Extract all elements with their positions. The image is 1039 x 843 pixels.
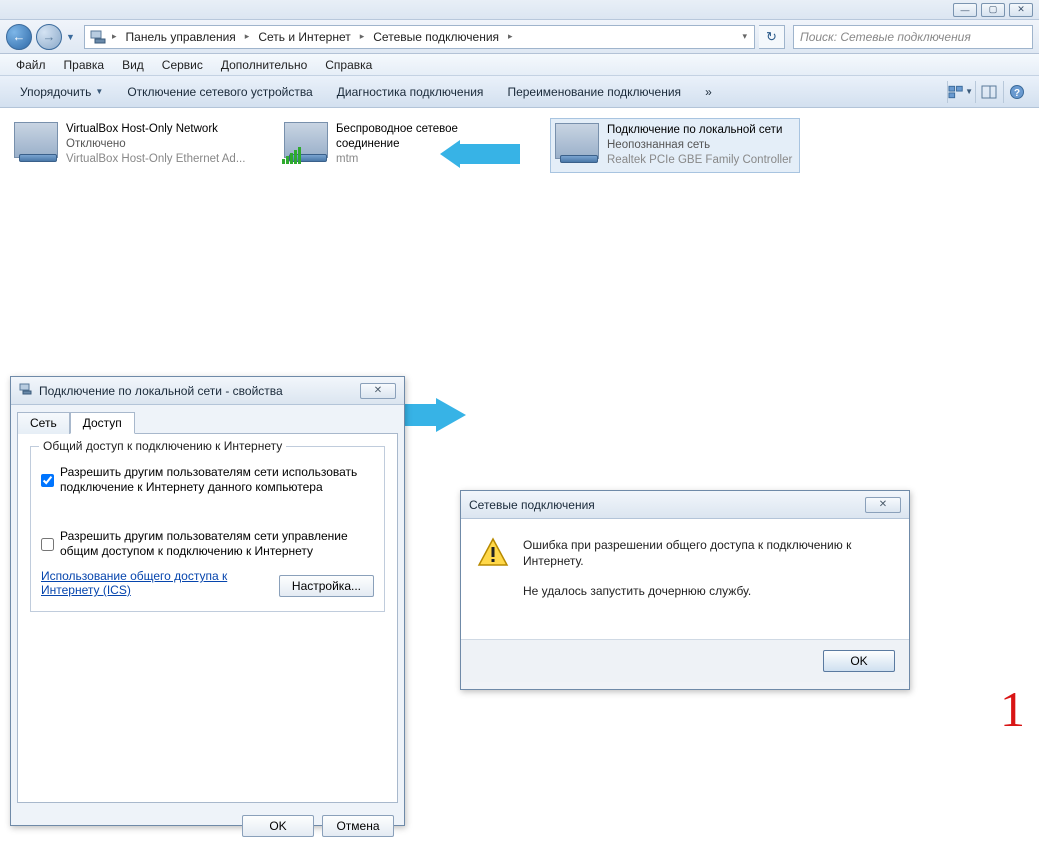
error-dialog: Сетевые подключения ✕ Ошибка при разреше…	[460, 490, 910, 690]
adapter-status: Отключено	[66, 137, 245, 152]
menu-view[interactable]: Вид	[114, 56, 152, 74]
search-input[interactable]: Поиск: Сетевые подключения	[793, 25, 1033, 49]
menu-extra[interactable]: Дополнительно	[213, 56, 315, 74]
back-button[interactable]: ←	[6, 24, 32, 50]
checkbox-label: Разрешить другим пользователям сети испо…	[60, 465, 374, 495]
ics-group: Общий доступ к подключению к Интернету Р…	[30, 446, 385, 612]
history-dropdown-icon[interactable]: ▼	[66, 32, 80, 42]
dialog-button-row: OK	[461, 639, 909, 682]
svg-text:?: ?	[1013, 88, 1019, 99]
tab-content: Общий доступ к подключению к Интернету Р…	[17, 433, 398, 803]
adapter-name: Подключение по локальной сети	[607, 123, 792, 138]
ok-button[interactable]: OK	[823, 650, 895, 672]
adapter-virtualbox[interactable]: VirtualBox Host-Only Network Отключено V…	[10, 118, 260, 173]
annotation-marker: 1	[1000, 680, 1025, 738]
adapter-name: VirtualBox Host-Only Network	[66, 122, 245, 137]
diagnose-button[interactable]: Диагностика подключения	[327, 81, 494, 103]
ethernet-adapter-icon	[555, 123, 599, 163]
dialog-button-row: OK Отмена	[11, 809, 404, 843]
adapter-name: Беспроводное сетевое	[336, 122, 458, 137]
help-button[interactable]: ?	[1003, 81, 1029, 103]
cancel-button[interactable]: Отмена	[322, 815, 394, 837]
allow-control-checkbox-row[interactable]: Разрешить другим пользователям сети упра…	[41, 529, 374, 559]
dialog-close-button[interactable]: ✕	[865, 497, 901, 513]
menu-edit[interactable]: Правка	[56, 56, 113, 74]
settings-button[interactable]: Настройка...	[279, 575, 374, 597]
tab-access[interactable]: Доступ	[70, 412, 135, 434]
tab-network[interactable]: Сеть	[17, 412, 70, 434]
annotation-arrow-icon	[440, 140, 520, 168]
network-icon	[19, 382, 33, 399]
dialog-title: Сетевые подключения	[469, 498, 595, 512]
adapter-lan[interactable]: Подключение по локальной сети Неопознанн…	[550, 118, 800, 173]
adapter-device: Realtek PCIe GBE Family Controller	[607, 153, 792, 168]
network-icon	[89, 28, 107, 46]
search-placeholder: Поиск: Сетевые подключения	[800, 30, 971, 44]
dialog-titlebar[interactable]: Подключение по локальной сети - свойства…	[11, 377, 404, 405]
signal-bars-icon	[282, 147, 301, 164]
wifi-adapter-icon	[284, 122, 328, 162]
dialog-close-button[interactable]: ✕	[360, 383, 396, 399]
ok-button[interactable]: OK	[242, 815, 314, 837]
menu-help[interactable]: Справка	[317, 56, 380, 74]
dialog-titlebar[interactable]: Сетевые подключения ✕	[461, 491, 909, 519]
connection-properties-dialog: Подключение по локальной сети - свойства…	[10, 376, 405, 826]
tab-strip: Сеть Доступ	[11, 405, 404, 433]
menu-file[interactable]: Файл	[8, 56, 54, 74]
chevron-right-icon: ▸	[109, 31, 120, 42]
refresh-button[interactable]: ↻	[759, 25, 785, 49]
rename-button[interactable]: Переименование подключения	[497, 81, 691, 103]
navigation-bar: ← → ▼ ▸ Панель управления ▸ Сеть и Интер…	[0, 20, 1039, 54]
chevron-right-icon: ▸	[505, 31, 516, 42]
minimize-button[interactable]: —	[953, 3, 977, 17]
adapter-status: Неопознанная сеть	[607, 138, 792, 153]
chevron-right-icon: ▸	[242, 31, 253, 42]
breadcrumb[interactable]: ▸ Панель управления ▸ Сеть и Интернет ▸ …	[84, 25, 755, 49]
adapter-device: VirtualBox Host-Only Ethernet Ad...	[66, 152, 245, 167]
chevron-down-icon: ▼	[95, 87, 103, 96]
command-bar: Упорядочить▼ Отключение сетевого устройс…	[0, 76, 1039, 108]
breadcrumb-seg-3[interactable]: Сетевые подключения	[369, 28, 503, 46]
chevron-right-icon: ▸	[357, 31, 368, 42]
allow-sharing-checkbox-row[interactable]: Разрешить другим пользователям сети испо…	[41, 465, 374, 495]
error-text-1: Ошибка при разрешении общего доступа к п…	[523, 537, 893, 569]
preview-pane-button[interactable]	[975, 81, 1001, 103]
ics-help-link[interactable]: Использование общего доступа к Интернету…	[41, 569, 279, 597]
toolbar-overflow[interactable]: »	[695, 81, 722, 103]
window-titlebar: — ▢ ✕	[0, 0, 1039, 20]
checkbox-label: Разрешить другим пользователям сети упра…	[60, 529, 374, 559]
content-area: VirtualBox Host-Only Network Отключено V…	[0, 108, 1039, 744]
view-mode-button[interactable]: ▼	[947, 81, 973, 103]
disable-device-button[interactable]: Отключение сетевого устройства	[117, 81, 322, 103]
ethernet-adapter-icon	[14, 122, 58, 162]
allow-sharing-checkbox[interactable]	[41, 466, 54, 495]
breadcrumb-seg-1[interactable]: Панель управления	[122, 28, 240, 46]
dialog-title: Подключение по локальной сети - свойства	[39, 384, 283, 398]
menu-bar: Файл Правка Вид Сервис Дополнительно Спр…	[0, 54, 1039, 76]
breadcrumb-seg-2[interactable]: Сеть и Интернет	[254, 28, 354, 46]
error-text-2: Не удалось запустить дочернюю службу.	[523, 583, 893, 599]
close-button[interactable]: ✕	[1009, 3, 1033, 17]
organize-button[interactable]: Упорядочить▼	[10, 81, 113, 103]
maximize-button[interactable]: ▢	[981, 3, 1005, 17]
warning-icon	[477, 537, 509, 569]
chevron-down-icon[interactable]: ▾	[739, 31, 750, 42]
allow-control-checkbox[interactable]	[41, 530, 54, 559]
group-title: Общий доступ к подключению к Интернету	[39, 439, 286, 453]
forward-button[interactable]: →	[36, 24, 62, 50]
menu-service[interactable]: Сервис	[154, 56, 211, 74]
